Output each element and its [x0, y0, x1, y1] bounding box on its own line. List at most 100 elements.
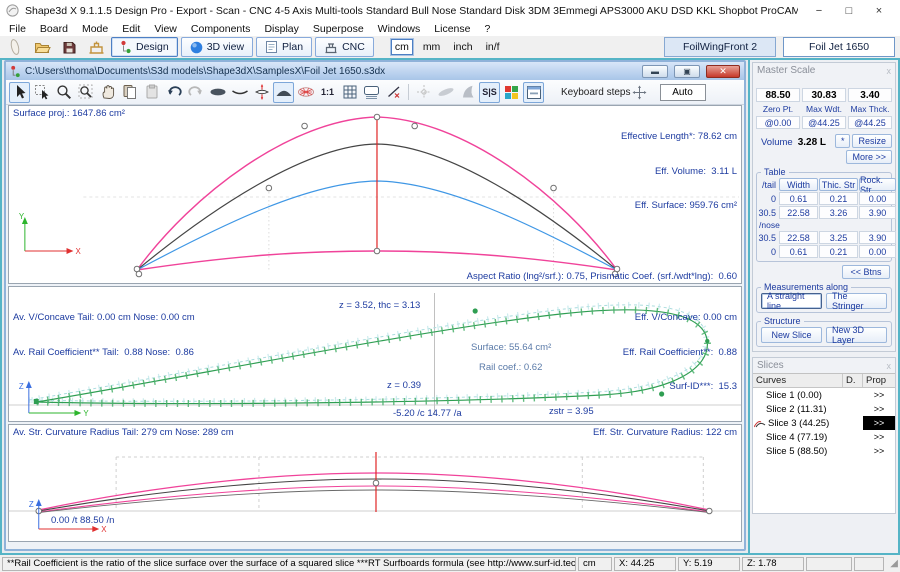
measure-icon[interactable] [383, 82, 404, 103]
menu-view[interactable]: View [147, 23, 184, 35]
new-3d-layer-button[interactable]: New 3D Layer [826, 327, 887, 343]
max-width-value[interactable]: 30.83 [802, 88, 846, 102]
slice-row[interactable]: Slice 3 (44.25) >> [753, 416, 895, 430]
slice-label[interactable]: Slice 3 (44.25) [753, 418, 843, 429]
auto-button[interactable]: Auto [660, 84, 706, 101]
open-folder-icon[interactable] [30, 37, 54, 57]
flow-view-icon[interactable] [295, 82, 316, 103]
stringer-view-panel[interactable]: Z X Av. Str. Curvature Radius Tail: 279 … [8, 424, 742, 542]
slice-label[interactable]: Slice 2 (11.31) [753, 404, 843, 415]
unit-cm[interactable]: cm [391, 39, 413, 55]
menu-mode[interactable]: Mode [75, 23, 115, 35]
slice-d-cell[interactable] [843, 444, 863, 458]
slice-prop-button[interactable]: >> [863, 444, 895, 458]
new-slice-button[interactable]: New Slice [761, 327, 822, 343]
stringer-button[interactable]: The Stringer [826, 293, 887, 309]
menu-components[interactable]: Components [184, 23, 258, 35]
machine-icon[interactable] [84, 37, 108, 57]
slice-label[interactable]: Slice 1 (0.00) [753, 390, 843, 401]
copy-icon[interactable] [119, 82, 140, 103]
document-titlebar[interactable]: C:\Users\thoma\Documents\S3d models\Shap… [6, 62, 744, 80]
fin-icon[interactable] [457, 82, 478, 103]
board-ghost-icon[interactable] [435, 82, 456, 103]
double-slice-icon[interactable]: S|S [479, 82, 500, 103]
thickness-view-icon[interactable] [251, 82, 272, 103]
resize-button[interactable]: Resize [852, 134, 892, 148]
menu-superpose[interactable]: Superpose [306, 23, 371, 35]
table-cell[interactable]: 22.58 [779, 231, 818, 244]
new-board-icon[interactable] [3, 37, 27, 57]
resize-grip[interactable]: ◢ [886, 558, 898, 569]
slice-row[interactable]: Slice 1 (0.00) >> [753, 388, 895, 402]
menu-edit[interactable]: Edit [115, 23, 147, 35]
menu-board[interactable]: Board [33, 23, 75, 35]
plan-button[interactable]: Plan [256, 37, 312, 57]
one-to-one-icon[interactable]: 1:1 [317, 82, 338, 103]
slice-view-panel[interactable]: Z Y Av. V/Concave Tail: 0.00 cm Nose: 0.… [8, 286, 742, 422]
slice-d-cell[interactable] [843, 430, 863, 444]
d-header[interactable]: D. [843, 374, 863, 387]
table-cell[interactable]: 0.21 [819, 245, 858, 258]
select-box-icon[interactable] [31, 82, 52, 103]
table-cell[interactable]: 22.58 [779, 206, 818, 219]
table-cell[interactable]: 3.90 [859, 231, 896, 244]
design-button[interactable]: Design [111, 37, 178, 57]
slice-prop-button[interactable]: >> [863, 416, 895, 430]
menu-file[interactable]: File [2, 23, 33, 35]
paste-icon[interactable] [141, 82, 162, 103]
doc-restore-icon[interactable]: ▣ [674, 65, 700, 78]
slice-d-cell[interactable] [843, 416, 863, 430]
slice-label[interactable]: Slice 5 (88.50) [753, 446, 843, 457]
save-icon[interactable] [57, 37, 81, 57]
max-thickness-value[interactable]: 3.40 [848, 88, 892, 102]
grid-icon[interactable] [339, 82, 360, 103]
max-thickness-at[interactable]: @44.25 [848, 116, 892, 129]
cnc-button[interactable]: CNC [315, 37, 374, 57]
curves-header[interactable]: Curves [753, 374, 843, 387]
board-panel-icon[interactable] [361, 82, 382, 103]
move-cross-icon[interactable] [632, 85, 647, 100]
slices-close-icon[interactable]: x [887, 361, 892, 371]
select-icon[interactable] [9, 82, 30, 103]
outline-view-panel[interactable]: Y X Surface proj.: 1647.86 cm² Effective… [8, 105, 742, 284]
unit-inch[interactable]: inch [450, 40, 475, 54]
table-col-width[interactable]: Width [779, 178, 818, 191]
maximize-icon[interactable]: □ [834, 2, 864, 20]
properties-panel-icon[interactable] [523, 82, 544, 103]
table-cell[interactable]: 0.21 [819, 192, 858, 205]
slice-prop-button[interactable]: >> [863, 430, 895, 444]
slice-prop-button[interactable]: >> [863, 402, 895, 416]
slice-row[interactable]: Slice 4 (77.19)>> [753, 430, 895, 444]
outline-view-icon[interactable] [207, 82, 228, 103]
table-col-thic[interactable]: Thic. Str [819, 178, 858, 191]
table-cell[interactable]: 3.25 [819, 231, 858, 244]
slice-row[interactable]: Slice 2 (11.31) >> [753, 402, 895, 416]
zero-pt-at[interactable]: @0.00 [756, 116, 800, 129]
minimize-icon[interactable]: − [804, 2, 834, 20]
straight-line-button[interactable]: A straight line [761, 293, 822, 309]
menu-windows[interactable]: Windows [371, 23, 428, 35]
slice-view-icon[interactable] [273, 82, 294, 103]
unit-mm[interactable]: mm [420, 40, 444, 54]
pan-hand-icon[interactable] [97, 82, 118, 103]
doc-close-icon[interactable]: ✕ [706, 65, 740, 78]
undo-icon[interactable] [163, 82, 184, 103]
menu-help[interactable]: ? [477, 23, 497, 35]
star-button[interactable]: * [835, 134, 851, 148]
zoom-icon[interactable] [53, 82, 74, 103]
guides-icon[interactable] [413, 82, 434, 103]
doc-tab[interactable]: FoilWingFront 2 [664, 37, 776, 57]
menu-license[interactable]: License [427, 23, 477, 35]
slice-row[interactable]: Slice 5 (88.50) >> [753, 444, 895, 458]
slice-d-cell[interactable] [843, 388, 863, 402]
colors-icon[interactable] [501, 82, 522, 103]
table-col-rock[interactable]: Rock. Str [859, 178, 896, 191]
redo-icon[interactable] [185, 82, 206, 103]
unit-in-f[interactable]: in/f [483, 40, 503, 54]
slice-prop-button[interactable]: >> [863, 388, 895, 402]
slice-d-cell[interactable] [843, 402, 863, 416]
zoom-area-icon[interactable] [75, 82, 96, 103]
table-cell[interactable]: 3.90 [859, 206, 896, 219]
3d-view-button[interactable]: 3D view [181, 37, 253, 57]
table-cell[interactable]: 0.61 [779, 245, 818, 258]
